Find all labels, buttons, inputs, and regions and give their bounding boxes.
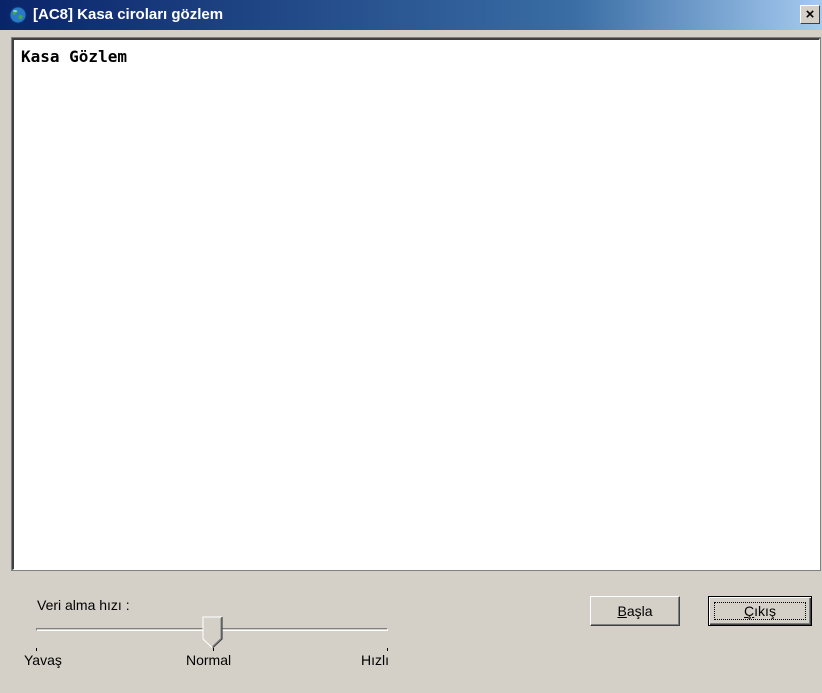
slider-thumb[interactable] xyxy=(202,616,224,650)
monitor-log[interactable]: Kasa Gözlem xyxy=(11,37,821,571)
log-text: Kasa Gözlem xyxy=(21,47,127,66)
tick-label-normal: Normal xyxy=(186,652,232,668)
speed-label: Veri alma hızı : xyxy=(37,597,130,613)
close-button[interactable]: × xyxy=(800,5,820,24)
tick-label-slow: Yavaş xyxy=(24,652,62,668)
start-mnemonic: B xyxy=(617,603,627,619)
close-icon: × xyxy=(805,6,815,23)
title-bar[interactable]: [AC8] Kasa ciroları gözlem × xyxy=(0,0,822,30)
globe-icon xyxy=(9,6,27,24)
exit-button[interactable]: Çıkış xyxy=(708,596,812,626)
slider-tick-fast xyxy=(387,648,388,651)
main-window: [AC8] Kasa ciroları gözlem × Kasa Gözlem… xyxy=(0,0,822,693)
window-title: [AC8] Kasa ciroları gözlem xyxy=(33,6,224,23)
exit-mnemonic: Ç xyxy=(744,603,755,619)
slider-tick-slow xyxy=(36,648,37,651)
start-label: aşla xyxy=(626,603,653,619)
tick-label-fast: Hızlı xyxy=(361,652,389,668)
exit-label: ıkış xyxy=(754,603,776,619)
start-button[interactable]: Başla xyxy=(590,596,680,626)
